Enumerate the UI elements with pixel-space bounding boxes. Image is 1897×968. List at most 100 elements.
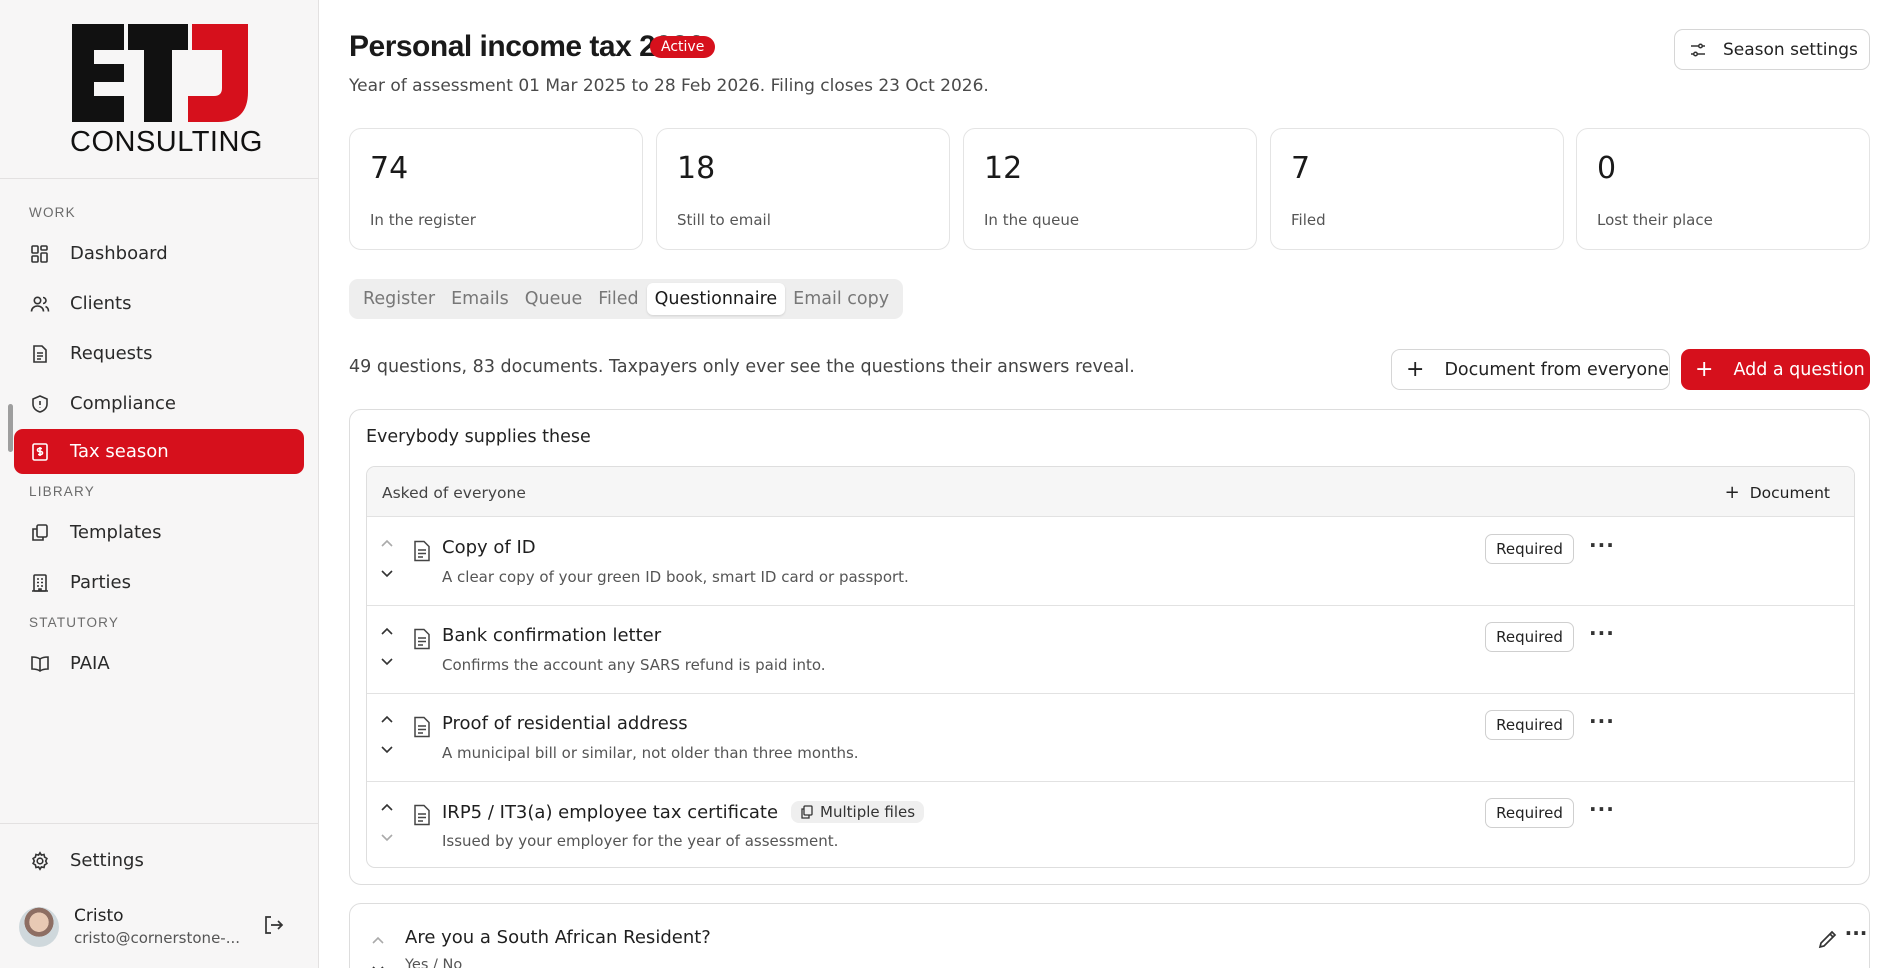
chevron-down-icon[interactable] xyxy=(379,832,395,844)
add-question-button[interactable]: + Add a question xyxy=(1681,349,1870,390)
chevron-down-icon[interactable] xyxy=(379,568,395,580)
chevron-up-icon[interactable] xyxy=(379,801,395,813)
document-icon xyxy=(414,716,430,738)
document-icon xyxy=(29,343,51,365)
more-options-icon[interactable]: ··· xyxy=(1844,923,1868,948)
more-options-icon[interactable]: ··· xyxy=(1589,623,1614,648)
chevron-up-icon[interactable] xyxy=(370,934,386,946)
sidebar-item-label: Tax season xyxy=(70,441,169,462)
required-toggle[interactable]: Required xyxy=(1485,798,1574,828)
stat-label: Still to email xyxy=(677,211,771,229)
chevron-up-icon[interactable] xyxy=(379,713,395,725)
sidebar-item-dashboard[interactable]: Dashboard xyxy=(14,231,304,276)
stat-card-register[interactable]: 74 In the register xyxy=(349,128,643,250)
chevron-up-icon[interactable] xyxy=(379,537,395,549)
users-icon xyxy=(29,293,51,315)
plus-icon: + xyxy=(1724,482,1740,503)
chevron-down-icon[interactable] xyxy=(379,744,395,756)
document-row: Copy of ID A clear copy of your green ID… xyxy=(367,518,1854,606)
stat-card-lost[interactable]: 0 Lost their place xyxy=(1576,128,1870,250)
sidebar-divider xyxy=(0,178,318,179)
logout-icon[interactable] xyxy=(262,914,286,938)
button-label: Add a question xyxy=(1733,359,1865,380)
plus-icon: + xyxy=(1695,356,1714,382)
sidebar-item-requests[interactable]: Requests xyxy=(14,331,304,376)
stat-label: In the register xyxy=(370,211,476,229)
more-options-icon[interactable]: ··· xyxy=(1589,711,1614,736)
sliders-icon xyxy=(1691,42,1705,57)
required-toggle[interactable]: Required xyxy=(1485,534,1574,564)
sidebar-item-settings[interactable]: Settings xyxy=(14,838,304,883)
gear-icon xyxy=(29,850,51,872)
question-answer-type: Yes / No xyxy=(405,957,463,968)
plus-icon: + xyxy=(1406,356,1425,382)
chevron-up-icon[interactable] xyxy=(379,625,395,637)
sidebar-item-label: Compliance xyxy=(70,393,176,414)
company-logo[interactable]: CONSULTING xyxy=(70,22,263,158)
sidebar-item-templates[interactable]: Templates xyxy=(14,510,304,555)
button-label: Document xyxy=(1749,484,1830,502)
stat-label: Lost their place xyxy=(1597,211,1713,229)
chevron-down-icon[interactable] xyxy=(379,656,395,668)
sidebar-item-paia[interactable]: PAIA xyxy=(14,641,304,686)
document-from-everyone-button[interactable]: + Document from everyone xyxy=(1391,349,1670,390)
book-icon xyxy=(29,653,51,675)
sidebar-item-label: Templates xyxy=(70,522,162,543)
document-list-label: Asked of everyone xyxy=(382,484,526,502)
user-profile[interactable]: Cristo cristo@cornerstone-... xyxy=(19,906,240,947)
more-options-icon[interactable]: ··· xyxy=(1589,535,1614,560)
required-toggle[interactable]: Required xyxy=(1485,710,1574,740)
document-icon xyxy=(414,540,430,562)
dollar-document-icon xyxy=(29,441,51,463)
required-toggle[interactable]: Required xyxy=(1485,622,1574,652)
document-title: Copy of ID xyxy=(442,537,536,558)
section-label-work: WORK xyxy=(29,205,76,220)
document-description: A municipal bill or similar, not older t… xyxy=(442,744,859,762)
logo-wordmark: CONSULTING xyxy=(70,126,263,158)
add-document-button[interactable]: + Document xyxy=(1725,482,1830,503)
tab-queue[interactable]: Queue xyxy=(517,283,591,315)
button-label: Document from everyone xyxy=(1444,359,1669,380)
more-options-icon[interactable]: ··· xyxy=(1589,799,1614,824)
sidebar-item-label: Parties xyxy=(70,572,131,593)
document-description: A clear copy of your green ID book, smar… xyxy=(442,568,909,586)
sidebar: CONSULTING WORK Dashboard Clients Reques… xyxy=(0,0,319,968)
copy-icon xyxy=(29,522,51,544)
document-description: Issued by your employer for the year of … xyxy=(442,832,839,850)
stat-card-filed[interactable]: 7 Filed xyxy=(1270,128,1564,250)
shield-icon xyxy=(29,393,51,415)
sidebar-item-compliance[interactable]: Compliance xyxy=(14,381,304,426)
stat-card-queue[interactable]: 12 In the queue xyxy=(963,128,1257,250)
sidebar-item-tax-season[interactable]: Tax season xyxy=(14,429,304,474)
question-title: Are you a South African Resident? xyxy=(405,927,711,948)
stat-label: In the queue xyxy=(984,211,1080,229)
stat-label: Filed xyxy=(1291,211,1326,229)
stat-card-to-email[interactable]: 18 Still to email xyxy=(656,128,950,250)
stat-value: 12 xyxy=(984,151,1023,186)
sidebar-item-label: Dashboard xyxy=(70,243,168,264)
page-subtitle: Year of assessment 01 Mar 2025 to 28 Feb… xyxy=(349,76,989,96)
dashboard-icon xyxy=(29,243,51,265)
tab-email-copy[interactable]: Email copy xyxy=(785,283,897,315)
logo-mark-icon xyxy=(72,24,248,122)
pencil-icon[interactable] xyxy=(1816,927,1840,951)
document-description: Confirms the account any SARS refund is … xyxy=(442,656,826,674)
sidebar-item-clients[interactable]: Clients xyxy=(14,281,304,326)
stat-value: 7 xyxy=(1291,151,1311,186)
chevron-down-icon[interactable] xyxy=(370,964,386,968)
season-settings-label: Season settings xyxy=(1723,39,1858,60)
stat-value: 0 xyxy=(1597,151,1617,186)
sidebar-item-parties[interactable]: Parties xyxy=(14,560,304,605)
sidebar-item-label: Requests xyxy=(70,343,153,364)
user-name: Cristo xyxy=(74,906,124,926)
tab-filed[interactable]: Filed xyxy=(590,283,646,315)
season-settings-button[interactable]: Season settings xyxy=(1674,29,1870,70)
tab-questionnaire[interactable]: Questionnaire xyxy=(646,283,786,315)
document-icon xyxy=(414,804,430,826)
group-title: Everybody supplies these xyxy=(366,427,591,447)
sidebar-scrollbar[interactable] xyxy=(8,404,13,452)
tab-register[interactable]: Register xyxy=(355,283,443,315)
tab-emails[interactable]: Emails xyxy=(443,283,517,315)
stats-row: 74 In the register 18 Still to email 12 … xyxy=(349,128,1870,250)
stat-value: 74 xyxy=(370,151,409,186)
